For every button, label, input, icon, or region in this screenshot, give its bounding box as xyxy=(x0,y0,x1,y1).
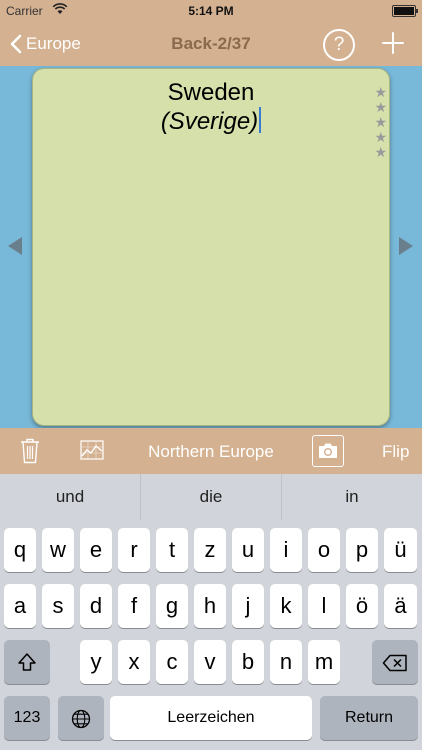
key[interactable]: b xyxy=(232,640,264,684)
page-title: Back-2/37 xyxy=(171,34,251,53)
status-bar: Carrier 5:14 PM xyxy=(0,0,422,22)
key[interactable]: x xyxy=(118,640,150,684)
key[interactable]: y xyxy=(80,640,112,684)
key[interactable]: u xyxy=(232,528,264,572)
key[interactable]: i xyxy=(270,528,302,572)
key[interactable]: n xyxy=(270,640,302,684)
category-label[interactable]: Northern Europe xyxy=(0,442,422,462)
plus-icon xyxy=(382,32,404,54)
flash-card[interactable]: Sweden (Sverige) ★ ★ ★ ★ ★ xyxy=(32,68,390,426)
card-area: Sweden (Sverige) ★ ★ ★ ★ ★ xyxy=(0,66,422,428)
suggestion-item[interactable]: in xyxy=(282,474,422,520)
star-icon[interactable]: ★ xyxy=(374,100,387,115)
globe-key[interactable] xyxy=(58,696,104,740)
key[interactable]: f xyxy=(118,584,150,628)
key[interactable]: m xyxy=(308,640,340,684)
rating-stars[interactable]: ★ ★ ★ ★ ★ xyxy=(374,85,387,160)
suggestion-item[interactable]: die xyxy=(141,474,282,520)
key[interactable]: j xyxy=(232,584,264,628)
key[interactable]: k xyxy=(270,584,302,628)
camera-icon xyxy=(319,443,337,458)
clock: 5:14 PM xyxy=(188,4,234,18)
triangle-left-icon xyxy=(8,237,22,255)
key[interactable]: ü xyxy=(384,528,417,572)
card-title: Sweden xyxy=(167,79,255,106)
battery-icon xyxy=(392,5,418,17)
key[interactable]: d xyxy=(80,584,112,628)
key[interactable]: c xyxy=(156,640,188,684)
key[interactable]: w xyxy=(42,528,74,572)
key[interactable]: e xyxy=(80,528,112,572)
star-icon[interactable]: ★ xyxy=(374,145,387,160)
next-card-button[interactable] xyxy=(398,236,414,261)
flip-button[interactable]: Flip xyxy=(382,442,409,462)
key[interactable]: ö xyxy=(346,584,378,628)
key[interactable]: g xyxy=(156,584,188,628)
previous-card-button[interactable] xyxy=(7,236,23,261)
backspace-icon xyxy=(382,654,407,672)
card-subtitle[interactable]: (Sverige) xyxy=(33,107,389,136)
key[interactable]: l xyxy=(308,584,340,628)
add-button[interactable] xyxy=(380,27,406,59)
key[interactable]: h xyxy=(194,584,226,628)
key[interactable]: t xyxy=(156,528,188,572)
key[interactable]: s xyxy=(42,584,74,628)
numbers-key[interactable]: 123 xyxy=(4,696,50,740)
key[interactable]: r xyxy=(118,528,150,572)
key[interactable]: p xyxy=(346,528,378,572)
key[interactable]: o xyxy=(308,528,340,572)
backspace-key[interactable] xyxy=(372,640,418,684)
key[interactable]: z xyxy=(194,528,226,572)
toolbar: Northern Europe Flip xyxy=(0,428,422,474)
return-key[interactable]: Return xyxy=(320,696,418,740)
help-button[interactable]: ? xyxy=(323,29,355,61)
key[interactable]: v xyxy=(194,640,226,684)
globe-icon xyxy=(71,709,91,729)
shift-key[interactable] xyxy=(4,640,50,684)
star-icon[interactable]: ★ xyxy=(374,115,387,130)
suggestion-item[interactable]: und xyxy=(0,474,141,520)
predictive-bar: und die in xyxy=(0,474,422,520)
shift-icon xyxy=(18,653,36,671)
star-icon[interactable]: ★ xyxy=(374,130,387,145)
star-icon[interactable]: ★ xyxy=(374,85,387,100)
triangle-right-icon xyxy=(399,237,413,255)
nav-bar: Europe Back-2/37 ? xyxy=(0,22,422,66)
text-cursor xyxy=(259,107,262,133)
keyboard: q w e r t z u i o p ü a s d f g h j k l … xyxy=(0,520,422,750)
key[interactable]: a xyxy=(4,584,36,628)
key[interactable]: ä xyxy=(384,584,417,628)
space-key[interactable]: Leerzeichen xyxy=(110,696,312,740)
key[interactable]: q xyxy=(4,528,36,572)
camera-button[interactable] xyxy=(312,435,344,467)
